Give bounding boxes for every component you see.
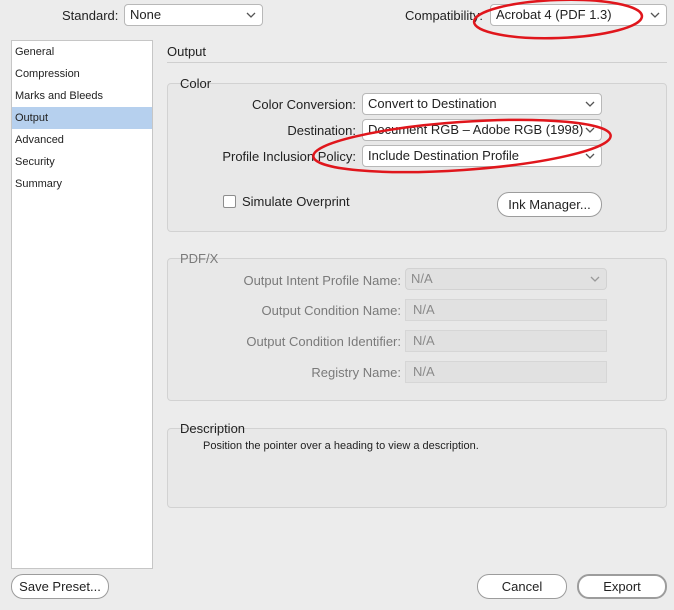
sidebar-item-summary[interactable]: Summary [12, 173, 152, 195]
destination-label: Destination: [287, 123, 356, 138]
chevron-down-icon [585, 127, 595, 133]
compatibility-label: Compatibility: [405, 8, 484, 23]
chevron-down-icon [246, 12, 256, 18]
compatibility-value: Acrobat 4 (PDF 1.3) [496, 7, 612, 22]
registry-name-label: Registry Name: [311, 365, 401, 380]
chevron-down-icon [650, 12, 660, 18]
output-condition-name-field[interactable]: N/A [405, 299, 607, 321]
chevron-down-icon [585, 101, 595, 107]
output-condition-identifier-label: Output Condition Identifier: [246, 334, 401, 349]
pdfx-group-title: PDF/X [180, 251, 219, 266]
chevron-down-icon [590, 276, 600, 282]
destination-value: Document RGB – Adobe RGB (1998) [368, 122, 584, 137]
description-group-title: Description [180, 421, 246, 436]
destination-select[interactable]: Document RGB – Adobe RGB (1998) [362, 119, 602, 141]
sidebar-item-compression[interactable]: Compression [12, 63, 152, 85]
section-divider [167, 62, 667, 63]
sidebar-item-security[interactable]: Security [12, 151, 152, 173]
output-intent-value: N/A [411, 271, 433, 286]
chevron-down-icon [585, 153, 595, 159]
sidebar-item-general[interactable]: General [12, 41, 152, 63]
registry-name-field[interactable]: N/A [405, 361, 607, 383]
color-conversion-select[interactable]: Convert to Destination [362, 93, 602, 115]
standard-value: None [130, 7, 162, 22]
color-conversion-label: Color Conversion: [251, 97, 356, 112]
profile-inclusion-label: Profile Inclusion Policy: [222, 149, 356, 164]
standard-label: Standard: [62, 8, 119, 23]
sidebar-item-output[interactable]: Output [12, 107, 152, 129]
simulate-overprint-label: Simulate Overprint [242, 194, 350, 209]
output-condition-name-label: Output Condition Name: [261, 303, 401, 318]
sidebar: General Compression Marks and Bleeds Out… [11, 40, 153, 569]
section-title: Output [167, 44, 207, 59]
output-intent-select[interactable]: N/A [405, 268, 607, 290]
color-conversion-value: Convert to Destination [368, 96, 497, 111]
output-intent-label: Output Intent Profile Name: [243, 273, 401, 288]
export-button[interactable]: Export [577, 574, 667, 599]
cancel-button[interactable]: Cancel [477, 574, 567, 599]
sidebar-item-advanced[interactable]: Advanced [12, 129, 152, 151]
color-group-title: Color [180, 76, 212, 91]
ink-manager-button[interactable]: Ink Manager... [497, 192, 602, 217]
description-text: Position the pointer over a heading to v… [203, 440, 479, 452]
compatibility-select[interactable]: Acrobat 4 (PDF 1.3) [490, 4, 667, 26]
simulate-overprint-checkbox[interactable] [223, 195, 236, 208]
save-preset-button[interactable]: Save Preset... [11, 574, 109, 599]
output-condition-identifier-field[interactable]: N/A [405, 330, 607, 352]
standard-select[interactable]: None [124, 4, 263, 26]
profile-inclusion-value: Include Destination Profile [368, 148, 520, 163]
sidebar-item-marks-and-bleeds[interactable]: Marks and Bleeds [12, 85, 152, 107]
profile-inclusion-select[interactable]: Include Destination Profile [362, 145, 602, 167]
